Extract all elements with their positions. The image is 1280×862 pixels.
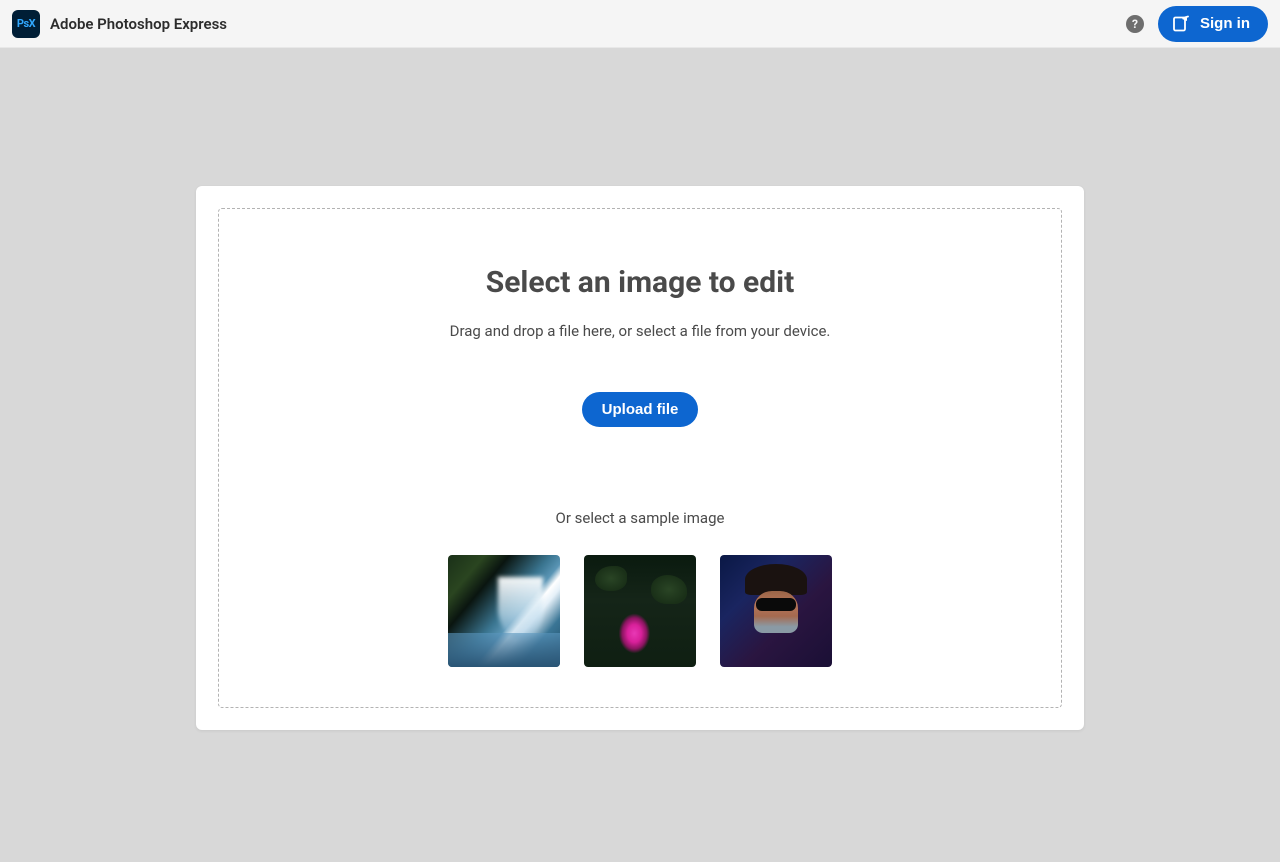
sample-image-person[interactable] [720, 555, 832, 667]
app-title: Adobe Photoshop Express [50, 15, 227, 33]
header-right: ? Sign in [1126, 6, 1268, 42]
app-logo-icon: PsX [12, 10, 40, 38]
dropzone-subtitle: Drag and drop a file here, or select a f… [239, 322, 1041, 340]
signin-icon [1172, 15, 1190, 33]
dropzone[interactable]: Select an image to edit Drag and drop a … [218, 208, 1062, 708]
sample-images-label: Or select a sample image [239, 509, 1041, 527]
sample-image-waterfall[interactable] [448, 555, 560, 667]
sample-images-row [239, 555, 1041, 667]
main-content: Select an image to edit Drag and drop a … [0, 48, 1280, 730]
signin-button[interactable]: Sign in [1158, 6, 1268, 42]
sample-image-lotus[interactable] [584, 555, 696, 667]
dropzone-title: Select an image to edit [239, 265, 1041, 300]
decorative-sunglasses [756, 598, 796, 611]
upload-card: Select an image to edit Drag and drop a … [196, 186, 1084, 730]
app-logo-text: PsX [17, 17, 35, 30]
upload-file-button[interactable]: Upload file [582, 392, 699, 427]
header-left: PsX Adobe Photoshop Express [12, 10, 227, 38]
signin-label: Sign in [1200, 15, 1250, 32]
help-icon[interactable]: ? [1126, 15, 1144, 33]
app-header: PsX Adobe Photoshop Express ? Sign in [0, 0, 1280, 48]
